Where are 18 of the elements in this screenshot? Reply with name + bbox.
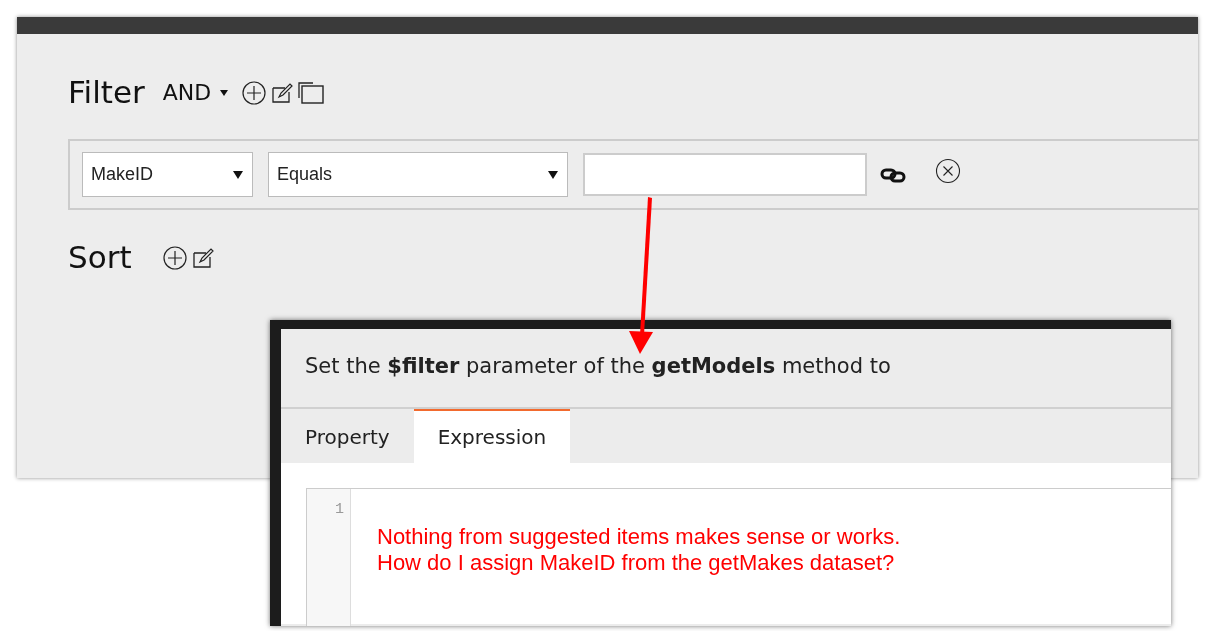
caret-icon (219, 88, 230, 97)
operator-select[interactable]: Equals (268, 152, 568, 197)
add-icon[interactable] (161, 244, 188, 271)
sort-heading: Sort (68, 242, 132, 273)
filter-heading: Filter (68, 77, 145, 108)
annotation-text: Nothing from suggested items makes sense or works. How do I assign MakeID from the getMakes dataset? (376, 523, 901, 577)
caret-icon (547, 169, 559, 180)
logic-dropdown[interactable]: AND (162, 76, 230, 109)
copy-icon[interactable] (297, 79, 326, 106)
tab[interactable]: Expression (413, 409, 571, 463)
value-field[interactable] (583, 153, 867, 196)
field-select[interactable]: MakeID (82, 152, 253, 197)
line-number: 1 (335, 501, 344, 518)
link-icon[interactable] (880, 166, 906, 183)
remove-icon[interactable] (935, 157, 961, 184)
code-editor[interactable]: 1 Nothing from suggested items makes sense or works. How do I assign MakeID from the getMakes dataset? (306, 488, 1171, 626)
caret-icon (232, 169, 244, 180)
add-icon[interactable] (241, 79, 268, 106)
